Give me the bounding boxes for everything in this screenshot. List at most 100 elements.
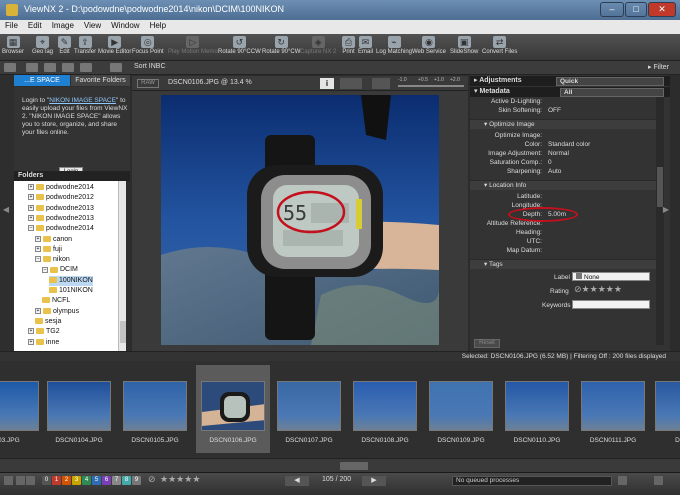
toolbar-email-button[interactable]: ✉ Email <box>358 36 373 55</box>
rating-stars[interactable]: ⊘★★★★★ <box>574 285 622 295</box>
folder-tree-item[interactable]: + podwodne2014 <box>28 183 94 193</box>
star-icon[interactable]: ★ <box>614 284 622 294</box>
folder-tree-item[interactable]: – nikon <box>35 255 70 265</box>
clear-rating-icon[interactable]: ⊘ <box>148 474 156 485</box>
adjustments-header[interactable]: ▸ Adjustments Quick <box>470 76 670 86</box>
expand-toggle-icon[interactable]: + <box>28 338 34 345</box>
menu-file[interactable]: File <box>0 20 23 30</box>
reset-button[interactable]: Reset <box>474 339 500 348</box>
adjustments-select[interactable]: Quick <box>556 77 664 86</box>
rating-stars[interactable]: ★★★★★ <box>160 474 200 485</box>
tab-image-space[interactable]: ...E SPACE <box>14 75 70 86</box>
film-thumbnail[interactable]: DSCN0107.JPG <box>272 365 346 453</box>
filter-button[interactable]: ▸ Filter <box>648 63 669 71</box>
star-icon[interactable]: ★ <box>192 474 200 484</box>
star-icon[interactable]: ★ <box>168 474 176 484</box>
scrollbar-thumb[interactable] <box>120 321 126 343</box>
scrollbar-thumb[interactable] <box>340 462 368 470</box>
film-thumbnail[interactable]: DSCN0104.JPG <box>42 365 116 453</box>
metadata-scrollbar[interactable] <box>656 97 664 345</box>
next-image-button[interactable]: ▶ <box>362 476 386 486</box>
star-icon[interactable]: ★ <box>598 284 606 294</box>
histogram-icon[interactable] <box>340 78 362 89</box>
main-photo[interactable]: 55 <box>161 95 439 345</box>
zoom-scale[interactable]: -1.0 +0.5 +1.0 +2.0 <box>396 77 466 89</box>
film-thumbnail[interactable]: DSCN0105.JPG <box>118 365 192 453</box>
section-location-info[interactable]: ▾ Location Info <box>470 180 656 190</box>
folder-tree-item[interactable]: – DCIM <box>42 265 78 275</box>
expand-toggle-icon[interactable]: + <box>28 215 34 222</box>
film-thumbnail[interactable]: DSCN... <box>650 365 680 453</box>
toolbar-rotate-cw-button[interactable]: ↻ Rotate 90°CW <box>262 36 300 55</box>
toolbar-geotag-button[interactable]: ⌖ GeoTag <box>32 36 53 55</box>
toolbar-movie-editor-button[interactable]: ▶ Movie Editor <box>98 36 131 55</box>
minimize-button[interactable]: – <box>600 2 624 17</box>
section-tags[interactable]: ▾ Tags <box>470 259 656 269</box>
star-icon[interactable]: ★ <box>606 284 614 294</box>
label-color-5[interactable]: 5 <box>92 476 101 485</box>
clear-rating-icon[interactable]: ⊘ <box>574 284 582 294</box>
collapse-right-icon[interactable]: ▶ <box>662 205 670 214</box>
folder-tree-item[interactable]: 100NIKON <box>49 275 93 286</box>
folder-tree-item[interactable]: + podwodne2013 <box>28 214 94 224</box>
toolbar-print-button[interactable]: ⎙ Print <box>342 36 355 55</box>
label-color-4[interactable]: 4 <box>82 476 91 485</box>
label-color-3[interactable]: 3 <box>72 476 81 485</box>
folder-tree-item[interactable]: + podwodne2013 <box>28 204 94 214</box>
full-screen-icon[interactable] <box>110 63 122 72</box>
title-bar[interactable]: ViewNX 2 - D:\podowdne\podwodne2014\niko… <box>0 0 680 20</box>
section-optimize-image[interactable]: ▾ Optimize Image <box>470 119 656 129</box>
metadata-header[interactable]: ▾ Metadata All <box>470 87 670 97</box>
menu-view[interactable]: View <box>79 20 106 30</box>
folder-tree-item[interactable]: – podwodne2014 <box>28 224 94 234</box>
folder-tree-item[interactable]: NCFL <box>42 296 70 306</box>
close-button[interactable]: ✕ <box>648 2 676 17</box>
toolbar-edit-button[interactable]: ✎ Edit <box>58 36 71 55</box>
sort-menu[interactable]: Sort INBC <box>134 63 166 70</box>
folder-tree-scrollbar[interactable] <box>118 181 126 351</box>
folder-tree-item[interactable]: + canon <box>35 235 72 245</box>
layout-icon[interactable] <box>4 63 16 72</box>
menu-image[interactable]: Image <box>47 20 79 30</box>
expand-toggle-icon[interactable]: – <box>35 256 41 263</box>
list-view-icon[interactable] <box>44 63 56 72</box>
label-color-0[interactable]: 0 <box>42 476 51 485</box>
expand-toggle-icon[interactable]: + <box>35 245 41 252</box>
film-thumbnail[interactable]: DSCN0106.JPG <box>196 365 270 453</box>
maximize-button[interactable]: □ <box>625 2 647 17</box>
folder-tree-item[interactable]: + olympus <box>35 307 79 317</box>
expand-toggle-icon[interactable]: + <box>35 307 41 314</box>
image-viewer[interactable]: 55 <box>132 91 468 351</box>
toolbar-web-service-button[interactable]: ◉ Web Service <box>412 36 446 55</box>
label-color-9[interactable]: 9 <box>132 476 141 485</box>
toolbar-capture-nx2-button[interactable]: ◈ Capture NX 2 <box>300 36 336 55</box>
toolbar-browser-button[interactable]: ▦ Browser <box>2 36 24 55</box>
toolbar-play-motion-memo-button[interactable]: ▷ Play Motion Memo <box>168 36 218 55</box>
folder-tree-item[interactable]: + fuji <box>35 245 62 255</box>
toolbar-slideshow-button[interactable]: ▣ SlideShow <box>450 36 478 55</box>
star-icon[interactable]: ★ <box>582 284 590 294</box>
tab-favorite-folders[interactable]: Favorite Folders <box>71 75 130 86</box>
film-thumbnail[interactable]: DSCN0110.JPG <box>500 365 574 453</box>
tag-icon[interactable] <box>26 476 35 485</box>
label-color-6[interactable]: 6 <box>102 476 111 485</box>
film-thumbnail[interactable]: DSCN0111.JPG <box>576 365 650 453</box>
folder-up-icon[interactable] <box>62 63 74 72</box>
film-thumbnail[interactable]: DSCN0108.JPG <box>348 365 422 453</box>
metadata-select[interactable]: All <box>560 88 664 97</box>
expand-toggle-icon[interactable]: + <box>28 184 34 191</box>
keywords-select[interactable] <box>572 300 650 309</box>
star-icon[interactable]: ★ <box>590 284 598 294</box>
nikon-image-space-link[interactable]: NIKON IMAGE SPACE <box>49 97 116 104</box>
film-thumbnail[interactable]: ..03.JPG <box>0 365 44 453</box>
folder-tree-item[interactable]: 101NIKON <box>49 286 93 296</box>
expand-toggle-icon[interactable]: + <box>28 204 34 211</box>
toolbar-focus-point-button[interactable]: ◎ Focus Point <box>132 36 164 55</box>
thumbnail-size-icon[interactable] <box>4 476 13 485</box>
expand-toggle-icon[interactable]: – <box>42 266 48 273</box>
panel-layout-icon[interactable] <box>654 476 663 485</box>
toolbar-transfer-button[interactable]: ⇪ Transfer <box>74 36 96 55</box>
grid-view-icon[interactable] <box>26 63 38 72</box>
star-icon[interactable]: ★ <box>160 474 168 484</box>
folder-tree-item[interactable]: sesja <box>35 317 61 327</box>
